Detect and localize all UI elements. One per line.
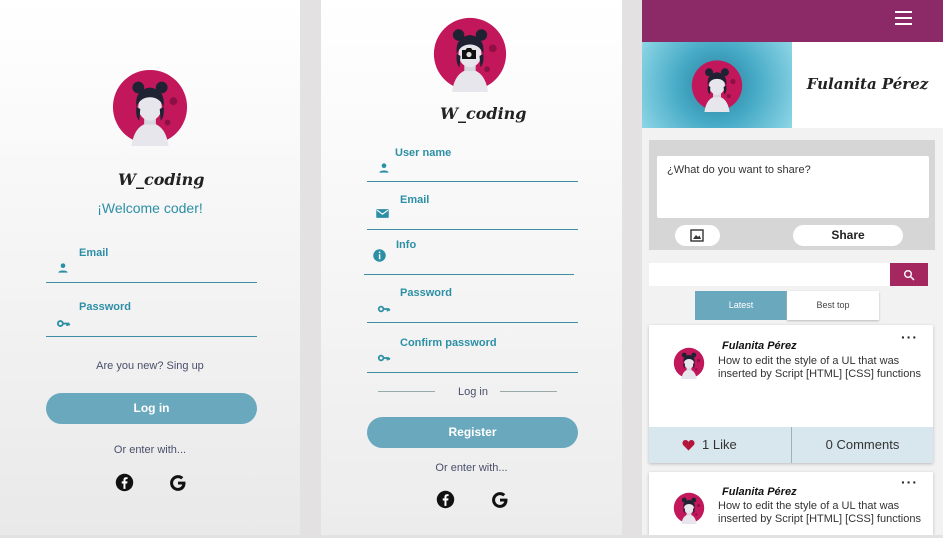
username-field[interactable] — [367, 181, 578, 182]
share-input[interactable]: ¿What do you want to share? — [657, 156, 929, 218]
email-field[interactable] — [367, 229, 578, 230]
profile-banner — [642, 42, 792, 128]
tab-latest[interactable]: Latest — [695, 291, 787, 320]
profile-name: Fulanita Pérez — [806, 75, 929, 93]
more-options-icon[interactable]: ··· — [901, 329, 918, 345]
info-field[interactable] — [364, 274, 574, 275]
register-button[interactable]: Register — [367, 417, 578, 448]
mail-icon — [374, 206, 391, 221]
avatar — [673, 492, 705, 524]
password-field[interactable] — [46, 336, 257, 337]
search-input[interactable] — [649, 263, 891, 286]
google-icon[interactable] — [490, 490, 510, 510]
brand-logo: W_coding — [440, 104, 527, 123]
heart-icon — [682, 440, 695, 451]
facebook-icon[interactable] — [115, 473, 134, 492]
email-label: Email — [79, 247, 109, 259]
info-icon — [372, 248, 387, 263]
post-card: ··· Fulanita Pérez How to edit the style… — [649, 325, 933, 463]
avatar — [690, 59, 744, 112]
confirm-password-label: Confirm password — [400, 337, 497, 349]
password-field[interactable] — [367, 322, 578, 323]
camera-icon — [462, 48, 476, 59]
person-icon — [56, 261, 70, 275]
info-label: Info — [396, 239, 417, 251]
email-field[interactable] — [46, 282, 257, 283]
or-enter-text: Or enter with... — [435, 462, 508, 474]
more-options-icon[interactable]: ··· — [901, 474, 918, 490]
menu-icon[interactable] — [895, 11, 912, 25]
password-label: Password — [400, 287, 452, 299]
confirm-password-field[interactable] — [367, 372, 578, 373]
key-icon — [377, 351, 391, 365]
or-enter-text: Or enter with... — [113, 444, 187, 456]
welcome-text: ¡Welcome coder! — [97, 200, 203, 216]
login-panel: W_coding ¡Welcome coder! Email Password … — [0, 0, 300, 535]
profile-name-box: Fulanita Pérez — [792, 42, 943, 128]
comments-button[interactable]: 0 Comments — [792, 427, 933, 463]
like-count: 1 Like — [702, 437, 737, 452]
brand-logo: W_coding — [118, 170, 205, 189]
avatar — [109, 68, 191, 146]
username-label: User name — [395, 147, 452, 159]
key-icon — [377, 302, 391, 316]
post-text: How to edit the style of a UL that was i… — [718, 500, 921, 525]
tab-best-top[interactable]: Best top — [787, 291, 879, 320]
login-link[interactable]: Log in — [443, 386, 503, 398]
image-icon — [690, 229, 704, 242]
facebook-icon[interactable] — [436, 490, 455, 509]
avatar-upload[interactable] — [431, 16, 509, 92]
divider-right — [500, 391, 557, 392]
post-card: ··· Fulanita Pérez How to edit the style… — [649, 472, 933, 535]
like-button[interactable]: 1 Like — [649, 427, 791, 463]
divider-left — [378, 391, 435, 392]
google-icon[interactable] — [168, 473, 188, 493]
login-button[interactable]: Log in — [46, 393, 257, 424]
signup-link[interactable]: Are you new? Sing up — [0, 360, 300, 372]
post-text: How to edit the style of a UL that was i… — [718, 355, 921, 380]
email-label: Email — [400, 194, 430, 206]
post-author: Fulanita Pérez — [722, 340, 797, 352]
search-button[interactable] — [890, 263, 928, 286]
post-author: Fulanita Pérez — [722, 486, 797, 498]
feed-panel: Fulanita Pérez ¿What do you want to shar… — [642, 0, 943, 535]
share-button[interactable]: Share — [793, 225, 903, 246]
search-icon — [904, 270, 915, 281]
key-icon — [56, 316, 71, 331]
register-panel: W_coding User name Email Info Password C… — [321, 0, 622, 535]
password-label: Password — [79, 301, 131, 313]
person-icon — [377, 161, 391, 175]
image-upload-button[interactable] — [675, 225, 720, 246]
avatar — [673, 347, 705, 379]
share-box: ¿What do you want to share? Share — [649, 140, 935, 250]
top-header — [642, 0, 943, 42]
